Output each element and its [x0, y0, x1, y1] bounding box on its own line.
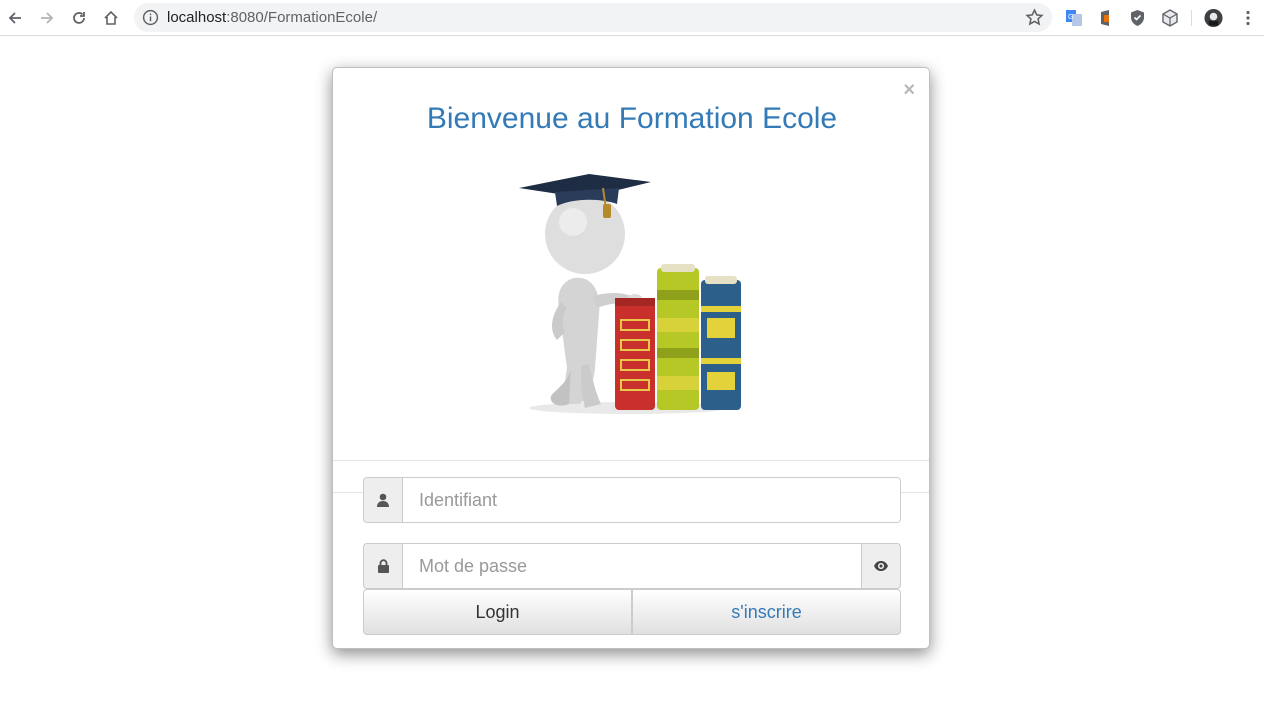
username-group [363, 477, 901, 523]
shield-icon [1131, 9, 1144, 26]
url-path: :8080/FormationEcole/ [226, 9, 378, 26]
show-password-button[interactable] [861, 543, 901, 589]
browser-menu-button[interactable] [1238, 8, 1257, 27]
cube-extension[interactable] [1160, 8, 1179, 27]
close-button[interactable]: × [903, 80, 915, 100]
cube-icon [1161, 8, 1178, 27]
home-icon [104, 10, 118, 25]
login-modal: × Bienvenue au Formation Ecole Identifia… [332, 67, 930, 649]
back-arrow-icon [8, 12, 21, 24]
url-text[interactable]: localhost:8080/FormationEcole/ [167, 9, 377, 26]
home-button[interactable] [99, 6, 123, 30]
bookmark-star-icon[interactable] [1025, 8, 1044, 27]
avatar-icon [1204, 8, 1223, 27]
password-input[interactable] [402, 543, 862, 589]
page-title: Bienvenue au Formation Ecole [426, 102, 838, 135]
eye-icon [874, 561, 888, 571]
register-button[interactable]: s'inscrire [632, 589, 901, 635]
url-host: localhost [167, 9, 227, 26]
toolbar-separator [1191, 10, 1192, 26]
back-button[interactable] [3, 6, 27, 30]
login-button[interactable]: Login [363, 589, 632, 635]
username-input[interactable] [402, 477, 901, 523]
info-icon[interactable] [142, 9, 159, 26]
forward-arrow-icon [41, 12, 54, 24]
vertical-dots-icon [1245, 10, 1250, 25]
graduate-with-books-illustration [519, 174, 741, 414]
office-extension[interactable] [1096, 8, 1115, 27]
reload-button[interactable] [67, 6, 91, 30]
profile-avatar[interactable] [1204, 8, 1223, 27]
divider [333, 460, 929, 461]
svg-text:G: G [1068, 14, 1073, 21]
shield-extension[interactable] [1128, 8, 1147, 27]
username-addon [363, 477, 403, 523]
lock-icon [377, 559, 389, 573]
password-addon [363, 543, 403, 589]
browser-toolbar: localhost:8080/FormationEcole/ G [0, 0, 1264, 36]
reload-icon [73, 12, 85, 24]
password-group [363, 543, 901, 589]
address-bar[interactable]: localhost:8080/FormationEcole/ [134, 3, 1052, 32]
translate-icon: G [1065, 9, 1082, 26]
office-icon [1100, 9, 1109, 26]
user-icon [377, 493, 389, 507]
translate-extension[interactable]: G [1064, 8, 1083, 27]
forward-button[interactable] [35, 6, 59, 30]
